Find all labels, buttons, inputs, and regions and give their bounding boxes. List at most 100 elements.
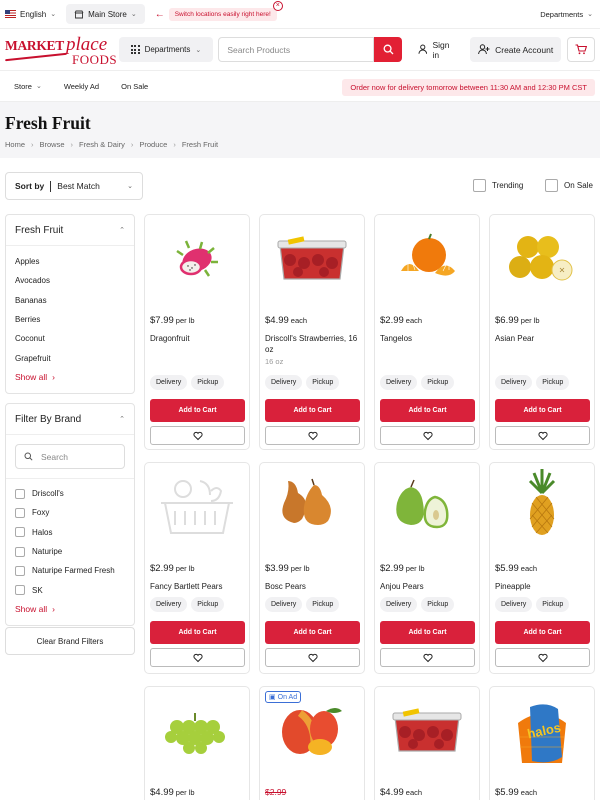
brand-search-input[interactable]: Search (15, 444, 125, 469)
add-to-cart-button[interactable]: Add to Cart (150, 621, 245, 644)
sort-dropdown[interactable]: Sort by Best Match ⌄ (5, 172, 143, 200)
search-input[interactable]: Search Products (218, 37, 375, 62)
category-item-berries[interactable]: Berries (15, 310, 125, 329)
brand-label: Naturipe Farmed Fresh (32, 566, 115, 576)
product-image[interactable] (375, 687, 479, 782)
logo[interactable]: MARKET place FOODS (5, 33, 117, 67)
category-item-grapefruit[interactable]: Grapefruit (15, 348, 125, 367)
breadcrumb-fresh-dairy[interactable]: Fresh & Dairy (79, 140, 125, 149)
weekly-ad-link[interactable]: Weekly Ad (64, 82, 99, 91)
product-card[interactable]: $2.99 each Tangelos Delivery Pickup Add to Ca… (374, 214, 480, 450)
product-image[interactable] (260, 463, 364, 558)
language-selector[interactable]: English ⌄ (5, 10, 56, 19)
brand-checkbox[interactable] (15, 527, 25, 538)
brand-checkbox[interactable] (15, 546, 25, 557)
brand-checkbox[interactable] (15, 585, 25, 596)
add-to-cart-button[interactable]: Add to Cart (150, 399, 245, 422)
fulfillment-tags: Delivery Pickup (495, 375, 570, 390)
category-item-bananas[interactable]: Bananas (15, 291, 125, 310)
category-item-coconut[interactable]: Coconut (15, 329, 125, 348)
heart-icon (422, 431, 433, 440)
top-departments-menu[interactable]: Departments ⌄ (540, 10, 593, 19)
product-card[interactable]: $5.99 each Pineapple Delivery Pickup Add to C… (489, 462, 595, 674)
product-image[interactable] (375, 463, 479, 558)
departments-button[interactable]: Departments ⌄ (118, 37, 214, 62)
product-card[interactable]: $2.99 per lb Fancy Bartlett Pears Delivery P… (144, 462, 250, 674)
add-to-cart-button[interactable]: Add to Cart (380, 399, 475, 422)
product-image[interactable] (260, 215, 364, 310)
on-sale-link[interactable]: On Sale (121, 82, 148, 91)
brand-item[interactable]: Naturipe Farmed Fresh (15, 561, 125, 580)
product-card[interactable]: $4.99 each Driscoll's Strawberries, 16 oz 1… (259, 214, 365, 450)
store-menu[interactable]: Store ⌄ (14, 82, 42, 91)
create-account-button[interactable]: Create Account (470, 37, 562, 62)
brand-item[interactable]: Naturipe (15, 542, 125, 561)
product-name[interactable]: Fancy Bartlett Pears (150, 581, 248, 592)
product-image[interactable] (490, 463, 594, 558)
product-card[interactable]: halos $5.99 each (489, 686, 595, 800)
favorite-button[interactable] (380, 648, 475, 667)
brand-item[interactable]: SK (15, 580, 125, 599)
product-image[interactable] (145, 687, 249, 782)
favorite-button[interactable] (495, 426, 590, 445)
category-item-avocados[interactable]: Avocados (15, 271, 125, 290)
product-card[interactable]: $3.99 per lb Bosc Pears Delivery Pickup Add t… (259, 462, 365, 674)
brand-item[interactable]: Foxy (15, 503, 125, 522)
product-name[interactable]: Dragonfruit (150, 333, 248, 344)
store-menu-label: Store (14, 81, 32, 91)
add-to-cart-button[interactable]: Add to Cart (495, 399, 590, 422)
add-to-cart-button[interactable]: Add to Cart (265, 399, 360, 422)
add-to-cart-button[interactable]: Add to Cart (265, 621, 360, 644)
on-sale-checkbox[interactable] (545, 179, 558, 192)
product-card[interactable]: ▣ On Ad $2.99 (259, 686, 365, 800)
on-sale-filter[interactable]: On Sale (545, 179, 593, 192)
brand-checkbox[interactable] (15, 488, 25, 499)
product-card[interactable]: $2.99 per lb Anjou Pears Delivery Pickup Add … (374, 462, 480, 674)
product-name[interactable]: Tangelos (380, 333, 478, 344)
product-image[interactable] (375, 215, 479, 310)
add-to-cart-button[interactable]: Add to Cart (380, 621, 475, 644)
brand-item[interactable]: Driscoll's (15, 484, 125, 503)
product-name[interactable]: Driscoll's Strawberries, 16 oz (265, 333, 363, 355)
clear-brand-filters-button[interactable]: Clear Brand Filters (5, 627, 135, 655)
favorite-button[interactable] (265, 648, 360, 667)
trending-checkbox[interactable] (473, 179, 486, 192)
pickup-tag: Pickup (421, 597, 455, 612)
product-card[interactable]: $4.99 each (374, 686, 480, 800)
favorite-button[interactable] (380, 426, 475, 445)
breadcrumb-browse[interactable]: Browse (40, 140, 65, 149)
sign-in-link[interactable]: Sign in (418, 40, 457, 60)
category-show-all-link[interactable]: Show all › (15, 368, 125, 387)
favorite-button[interactable] (150, 426, 245, 445)
product-name[interactable]: Pineapple (495, 581, 593, 592)
add-to-cart-button[interactable]: Add to Cart (495, 621, 590, 644)
product-image[interactable] (490, 215, 594, 310)
favorite-button[interactable] (265, 426, 360, 445)
product-card[interactable]: $7.99 per lb Dragonfruit Delivery Pickup Add … (144, 214, 250, 450)
product-image[interactable] (145, 463, 249, 558)
product-image[interactable] (145, 215, 249, 310)
close-icon[interactable]: × (272, 0, 283, 11)
store-selector[interactable]: Main Store ⌄ (66, 4, 145, 24)
product-card[interactable]: $6.99 per lb Asian Pear Delivery Pickup Add t… (489, 214, 595, 450)
product-image[interactable]: halos (490, 687, 594, 782)
brand-checkbox[interactable] (15, 507, 25, 518)
breadcrumb-produce[interactable]: Produce (139, 140, 167, 149)
favorite-button[interactable] (495, 648, 590, 667)
brand-item[interactable]: Halos (15, 523, 125, 542)
trending-filter[interactable]: Trending (473, 179, 523, 192)
search-button[interactable] (374, 37, 402, 62)
price-unit: per lb (175, 316, 195, 325)
brand-checkbox[interactable] (15, 565, 25, 576)
product-name[interactable]: Bosc Pears (265, 581, 363, 592)
category-item-apples[interactable]: Apples (15, 252, 125, 271)
brand-panel-header[interactable]: Filter By Brand ⌃ (6, 404, 134, 435)
product-name[interactable]: Asian Pear (495, 333, 593, 344)
cart-button[interactable] (567, 37, 595, 62)
product-name[interactable]: Anjou Pears (380, 581, 478, 592)
breadcrumb-home[interactable]: Home (5, 140, 25, 149)
favorite-button[interactable] (150, 648, 245, 667)
category-panel-header[interactable]: Fresh Fruit ⌃ (6, 215, 134, 246)
product-card[interactable]: $4.99 per lb (144, 686, 250, 800)
brand-show-all-link[interactable]: Show all › (15, 600, 125, 619)
